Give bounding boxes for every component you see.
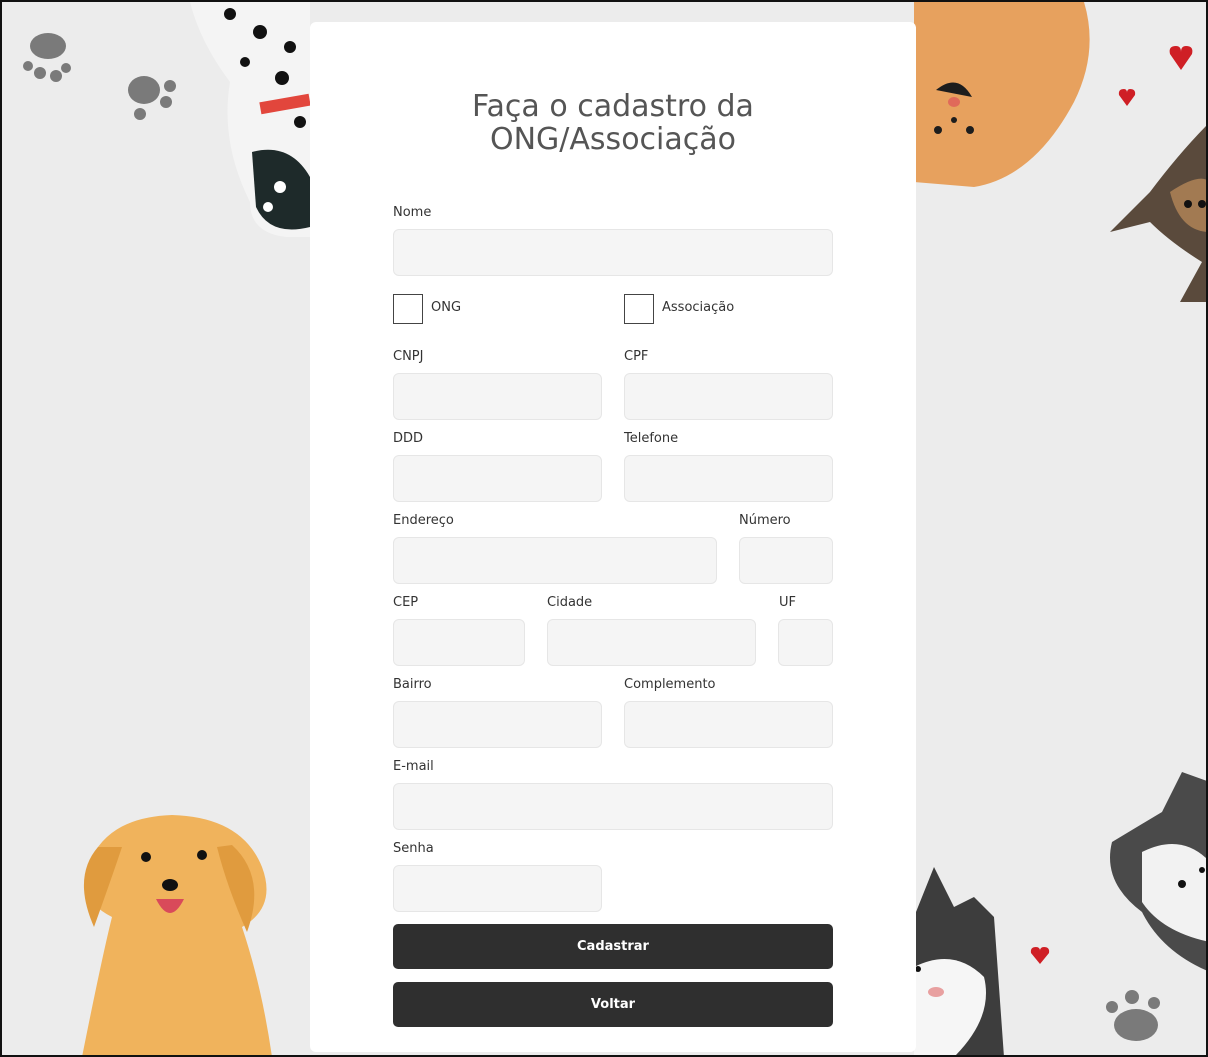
paw-print-icon: [128, 76, 176, 120]
bairro-label: Bairro: [393, 677, 432, 692]
uf-label: UF: [779, 595, 796, 610]
endereco-label: Endereço: [393, 513, 454, 528]
email-label: E-mail: [393, 759, 434, 774]
nome-input[interactable]: [393, 229, 833, 276]
telefone-input[interactable]: [624, 455, 833, 502]
senha-input[interactable]: [393, 865, 602, 912]
senha-label: Senha: [393, 841, 434, 856]
cat-illustration: [914, 867, 1004, 1055]
heart-icon: [1118, 89, 1136, 106]
cpf-label: CPF: [624, 349, 649, 364]
page-title: Faça o cadastro da ONG/Associação: [310, 90, 916, 156]
ong-checkbox[interactable]: [393, 294, 423, 324]
heart-icon: [1030, 947, 1050, 964]
cidade-label: Cidade: [547, 595, 593, 610]
numero-input[interactable]: [739, 537, 833, 584]
telefone-label: Telefone: [624, 431, 679, 446]
uf-input[interactable]: [778, 619, 833, 666]
endereco-input[interactable]: [393, 537, 717, 584]
associacao-checkbox[interactable]: [624, 294, 654, 324]
voltar-button[interactable]: Voltar: [393, 982, 833, 1027]
husky-illustration: [1110, 772, 1206, 971]
numero-label: Número: [739, 513, 791, 528]
dalmatian-illustration: [190, 2, 310, 237]
title-line-1: Faça o cadastro da: [472, 89, 754, 124]
paw-print-icon: [23, 33, 71, 82]
heart-icon: [1169, 46, 1193, 70]
registration-card: Faça o cadastro da ONG/Associação Nome O…: [310, 22, 916, 1052]
bairro-input[interactable]: [393, 701, 602, 748]
cep-label: CEP: [393, 595, 419, 610]
ong-checkbox-label: ONG: [431, 300, 462, 315]
german-shepherd-illustration: [1110, 126, 1206, 302]
ddd-label: DDD: [393, 431, 424, 446]
cadastrar-button[interactable]: Cadastrar: [393, 924, 833, 969]
associacao-checkbox-label: Associação: [662, 300, 735, 315]
nome-label: Nome: [393, 205, 432, 220]
complemento-input[interactable]: [624, 701, 833, 748]
cnpj-label: CNPJ: [393, 349, 424, 364]
cnpj-input[interactable]: [393, 373, 602, 420]
email-input[interactable]: [393, 783, 833, 830]
paw-print-icon: [1106, 990, 1160, 1041]
complemento-label: Complemento: [624, 677, 716, 692]
ddd-input[interactable]: [393, 455, 602, 502]
cpf-input[interactable]: [624, 373, 833, 420]
cep-input[interactable]: [393, 619, 525, 666]
orange-dog-illustration: [914, 2, 1090, 187]
cidade-input[interactable]: [547, 619, 756, 666]
golden-retriever-illustration: [82, 815, 272, 1055]
title-line-2: ONG/Associação: [490, 122, 736, 157]
